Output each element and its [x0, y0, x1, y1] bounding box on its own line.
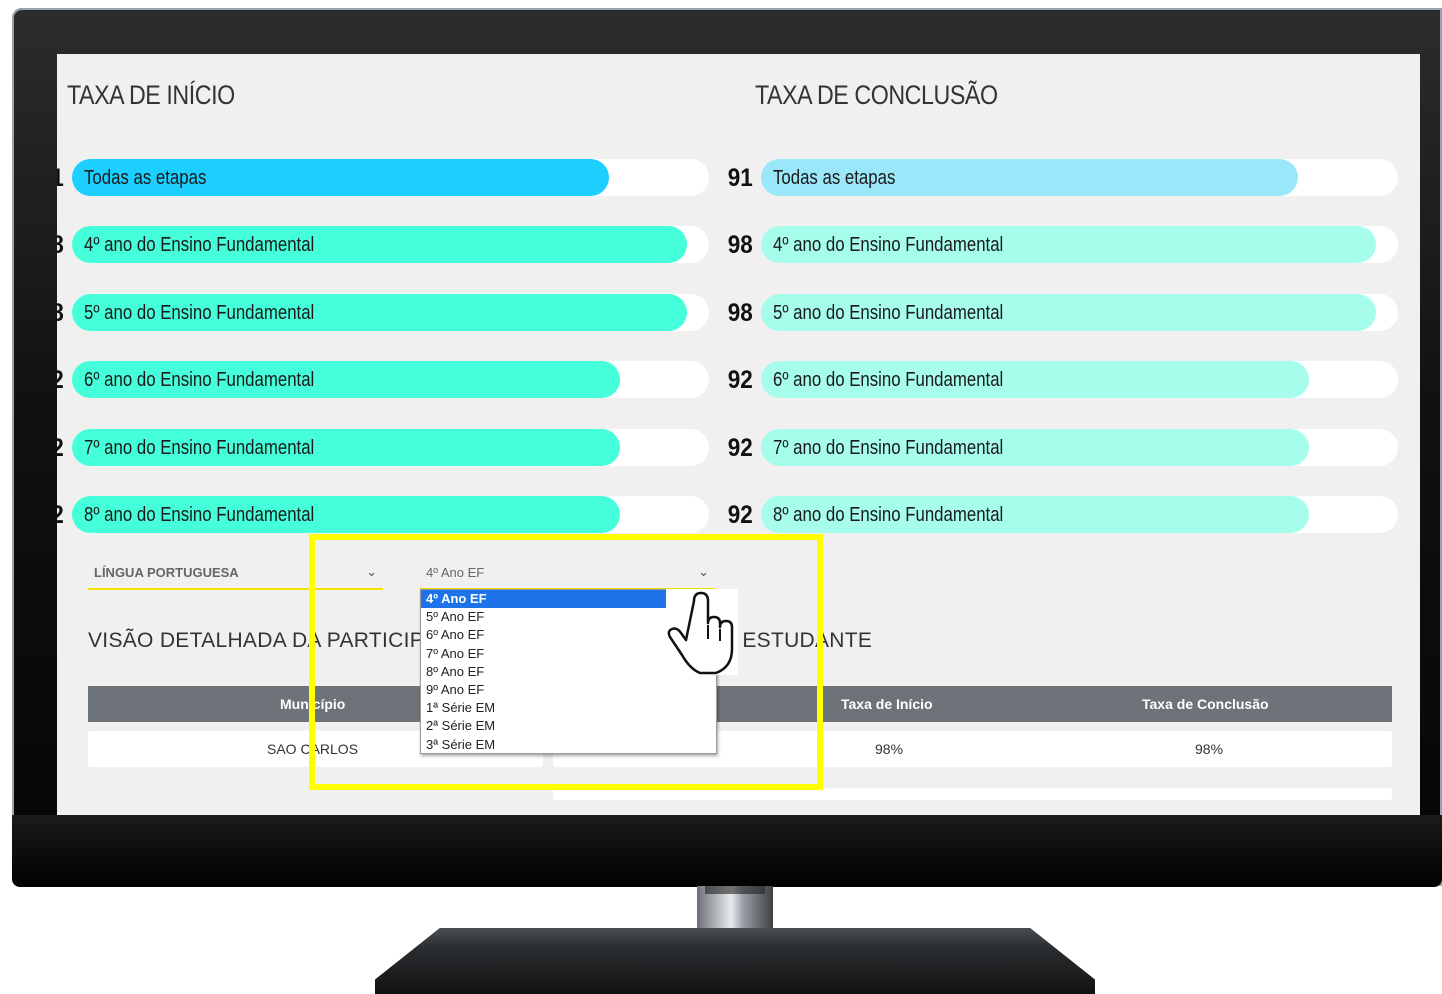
- bar-label: 8º ano do Ensino Fundamental: [773, 504, 1004, 526]
- column-header-taxa-conclusao[interactable]: Taxa de Conclusão: [1142, 696, 1269, 712]
- bar-label: 6º ano do Ensino Fundamental: [84, 369, 315, 391]
- bar-label: 7º ano do Ensino Fundamental: [773, 437, 1004, 459]
- bar-value: 98: [727, 231, 753, 259]
- bar-label: 7º ano do Ensino Fundamental: [84, 437, 315, 459]
- bar-label: 5º ano do Ensino Fundamental: [773, 302, 1004, 324]
- bar-value: 92: [727, 434, 753, 462]
- column-header-taxa-inicio[interactable]: Taxa de Início: [841, 696, 933, 712]
- cell-taxa-inicio: 98%: [875, 741, 904, 757]
- bar-value: 98: [727, 299, 753, 327]
- bar-value: 92: [57, 501, 64, 530]
- bar-value: 91: [727, 164, 753, 192]
- monitor-bezel-bottom: [12, 815, 1442, 887]
- start-rate-title: TAXA DE INÍCIO: [67, 80, 235, 110]
- completion-rate-title: TAXA DE CONCLUSÃO: [755, 80, 998, 110]
- bar-label: 6º ano do Ensino Fundamental: [773, 369, 1004, 391]
- bar-value: 91: [57, 164, 64, 193]
- monitor-stand-base: [375, 928, 1095, 994]
- yellow-highlight-box: [309, 534, 823, 790]
- bar-value: 92: [727, 501, 753, 529]
- bar-label: Todas as etapas: [773, 167, 896, 189]
- bar-value: 92: [727, 366, 753, 394]
- bar-label: Todas as etapas: [84, 167, 207, 189]
- bar-label: 4º ano do Ensino Fundamental: [84, 234, 315, 256]
- subject-select-value: LÍNGUA PORTUGUESA: [94, 565, 239, 580]
- bar-value: 92: [57, 366, 64, 395]
- bar-label: 5º ano do Ensino Fundamental: [84, 302, 315, 324]
- bar-value: 98: [57, 231, 64, 260]
- bar-label: 8º ano do Ensino Fundamental: [84, 504, 315, 526]
- bar-value: 98: [57, 299, 64, 328]
- monitor-neck-shadow: [705, 886, 765, 894]
- bar-label: 4º ano do Ensino Fundamental: [773, 234, 1004, 256]
- hand-pointer-cursor-icon: [666, 589, 738, 675]
- bar-value: 92: [57, 434, 64, 463]
- cell-taxa-conclusao: 98%: [1195, 741, 1224, 757]
